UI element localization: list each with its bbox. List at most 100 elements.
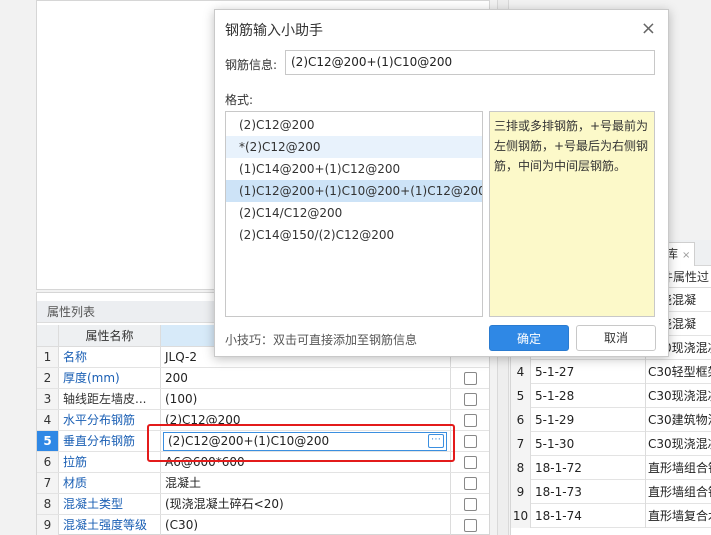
property-check-cell xyxy=(451,389,489,409)
rebar-info-input[interactable]: (2)C12@200+(1)C10@200 xyxy=(285,50,655,75)
property-name: 水平分布钢筋 xyxy=(59,410,161,430)
format-list-item[interactable]: (2)C14@150/(2)C12@200 xyxy=(226,224,482,246)
property-check-cell xyxy=(451,494,489,514)
quota-code: 5-1-27 xyxy=(535,365,575,379)
more-options-button[interactable]: ⋯ xyxy=(428,434,444,448)
vertical-rebar-input[interactable]: (2)C12@200+(1)C10@200 xyxy=(163,432,447,451)
dialog-title: 钢筋输入小助手 xyxy=(225,23,323,39)
property-value[interactable]: (100) xyxy=(161,389,451,409)
property-row[interactable]: 4 水平分布钢筋 (2)C12@200 xyxy=(37,410,489,431)
quota-row[interactable]: 8 18-1-72 直形墙组合钢 xyxy=(511,456,711,480)
property-name: 材质 xyxy=(59,473,161,493)
property-name: 垂直分布钢筋 xyxy=(59,431,161,451)
quota-description: C30轻型框架 xyxy=(645,360,711,384)
row-number: 2 xyxy=(37,368,59,388)
property-name: 拉筋 xyxy=(59,452,161,472)
quota-description: 直形墙组合钢 xyxy=(645,456,711,480)
property-name: 名称 xyxy=(59,347,161,367)
row-number: 1 xyxy=(37,347,59,367)
attach-checkbox[interactable] xyxy=(463,392,477,406)
quota-row-number: 4 xyxy=(511,360,531,384)
attach-checkbox[interactable] xyxy=(463,455,477,469)
quota-row-number: 6 xyxy=(511,408,531,432)
format-list-item[interactable]: (2)C14/C12@200 xyxy=(226,202,482,224)
quota-code: 5-1-30 xyxy=(535,437,575,451)
rebar-input-helper-dialog: 钢筋输入小助手 × 钢筋信息: (2)C12@200+(1)C10@200 格式… xyxy=(214,9,669,357)
row-number: 5 xyxy=(37,431,59,451)
property-name: 厚度(mm) xyxy=(59,368,161,388)
property-row[interactable]: 6 拉筋 A6@600*600 xyxy=(37,452,489,473)
property-value[interactable]: 混凝土 xyxy=(161,473,451,493)
property-check-cell xyxy=(451,452,489,472)
property-row[interactable]: 8 混凝土类型 (现浇混凝土碎石<20) xyxy=(37,494,489,515)
property-check-cell xyxy=(451,410,489,430)
quota-description: 直形墙组合钢 xyxy=(645,480,711,504)
tip-text: 小技巧：双击可直接添加至钢筋信息 xyxy=(225,333,418,347)
quota-row-number: 8 xyxy=(511,456,531,480)
row-number: 9 xyxy=(37,515,59,535)
quota-description: 直形墙复合木 xyxy=(645,504,711,528)
ok-button[interactable]: 确定 xyxy=(489,325,569,351)
quota-row[interactable]: 6 5-1-29 C30建筑物混 xyxy=(511,408,711,432)
header-num-cell xyxy=(37,325,59,346)
attach-checkbox[interactable] xyxy=(463,476,477,490)
property-check-cell xyxy=(451,473,489,493)
format-label: 格式: xyxy=(225,93,254,107)
format-list-item[interactable]: (1)C12@200+(1)C10@200+(1)C12@200 xyxy=(226,180,482,202)
quota-row-number: 5 xyxy=(511,384,531,408)
close-icon[interactable]: × xyxy=(641,18,656,39)
property-row[interactable]: 5 垂直分布钢筋 (2)C12@200+(1)C10@200 ⋯ xyxy=(37,431,489,452)
format-list-item[interactable]: (2)C12@200 xyxy=(226,114,482,136)
property-row[interactable]: 2 厚度(mm) 200 xyxy=(37,368,489,389)
attach-checkbox[interactable] xyxy=(463,371,477,385)
property-value[interactable]: (C30) xyxy=(161,515,451,535)
property-check-cell xyxy=(451,431,489,451)
rebar-info-label: 钢筋信息: xyxy=(225,58,278,72)
row-number: 7 xyxy=(37,473,59,493)
format-help-box: 三排或多排钢筋，+号最前为左侧钢筋，+号最后为右侧钢筋，中间为中间层钢筋。 xyxy=(489,111,655,317)
property-row[interactable]: 9 混凝土强度等级 (C30) xyxy=(37,515,489,535)
property-value[interactable]: (现浇混凝土碎石<20) xyxy=(161,494,451,514)
quota-row[interactable]: 9 18-1-73 直形墙组合钢 xyxy=(511,480,711,504)
quota-row[interactable]: 7 5-1-30 C30现浇混凝 xyxy=(511,432,711,456)
cancel-button[interactable]: 取消 xyxy=(576,325,656,351)
property-name: 轴线距左墙皮... xyxy=(59,389,161,409)
property-value[interactable]: A6@600*600 xyxy=(161,452,451,472)
quota-row[interactable]: 4 5-1-27 C30轻型框架 xyxy=(511,360,711,384)
quota-code: 18-1-73 xyxy=(535,485,582,499)
quota-row[interactable]: 5 5-1-28 C30现浇混凝 xyxy=(511,384,711,408)
quota-row-number: 9 xyxy=(511,480,531,504)
property-value[interactable]: 200 xyxy=(161,368,451,388)
property-value[interactable]: (2)C12@200 xyxy=(161,410,451,430)
attach-checkbox[interactable] xyxy=(463,434,477,448)
property-check-cell xyxy=(451,368,489,388)
quota-code: 18-1-72 xyxy=(535,461,582,475)
quota-description: C30现浇混凝 xyxy=(645,432,711,456)
format-list-item[interactable]: (1)C14@200+(1)C12@200 xyxy=(226,158,482,180)
format-list[interactable]: (2)C12@200 *(2)C12@200 (1)C14@200+(1)C12@2… xyxy=(225,111,483,317)
attach-checkbox[interactable] xyxy=(463,413,477,427)
property-row[interactable]: 3 轴线距左墙皮... (100) xyxy=(37,389,489,410)
quota-description: C30现浇混凝 xyxy=(645,384,711,408)
attach-checkbox[interactable] xyxy=(463,497,477,511)
format-list-item[interactable]: *(2)C12@200 xyxy=(226,136,482,158)
attach-checkbox[interactable] xyxy=(463,518,477,532)
property-value-editor[interactable]: (2)C12@200+(1)C10@200 ⋯ xyxy=(161,431,451,451)
properties-rows: 1 名称 JLQ-2 2 厚度(mm) 200 3 轴线距左墙皮... (100… xyxy=(37,347,489,535)
quota-row-number: 10 xyxy=(511,504,531,528)
quota-code: 18-1-74 xyxy=(535,509,582,523)
property-name: 混凝土强度等级 xyxy=(59,515,161,535)
quota-description: C30建筑物混 xyxy=(645,408,711,432)
quota-code: 5-1-29 xyxy=(535,413,575,427)
quota-row[interactable]: 10 18-1-74 直形墙复合木 xyxy=(511,504,711,528)
property-row[interactable]: 7 材质 混凝土 xyxy=(37,473,489,494)
property-name: 混凝土类型 xyxy=(59,494,161,514)
row-number: 4 xyxy=(37,410,59,430)
property-check-cell xyxy=(451,515,489,535)
tab-close-icon[interactable]: × xyxy=(682,250,690,261)
row-number: 3 xyxy=(37,389,59,409)
quota-code: 5-1-28 xyxy=(535,389,575,403)
row-number: 8 xyxy=(37,494,59,514)
quota-row-number: 7 xyxy=(511,432,531,456)
header-name-cell: 属性名称 xyxy=(59,325,161,346)
